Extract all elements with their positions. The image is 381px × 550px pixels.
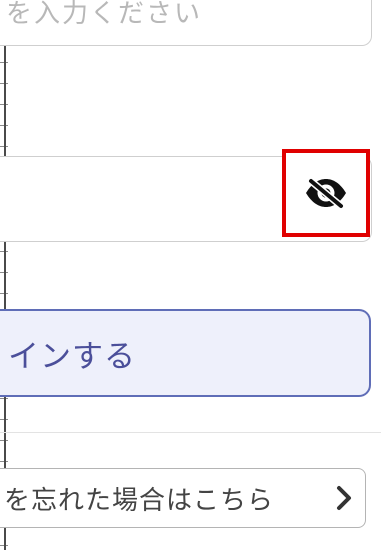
login-button[interactable]: インする bbox=[0, 309, 371, 397]
email-field[interactable]: を入力ください bbox=[0, 0, 372, 46]
chevron-right-icon bbox=[337, 486, 351, 510]
forgot-password-label: を忘れた場合はこちら bbox=[4, 485, 275, 516]
eye-slash-icon bbox=[306, 177, 346, 210]
section-divider bbox=[0, 432, 381, 433]
login-button-label: インする bbox=[8, 338, 136, 375]
email-placeholder: を入力ください bbox=[6, 0, 203, 29]
forgot-password-link[interactable]: を忘れた場合はこちら bbox=[0, 468, 366, 528]
password-visibility-toggle[interactable] bbox=[282, 149, 370, 237]
login-form: を入力ください インする を忘れた場合はこちら bbox=[0, 0, 381, 550]
